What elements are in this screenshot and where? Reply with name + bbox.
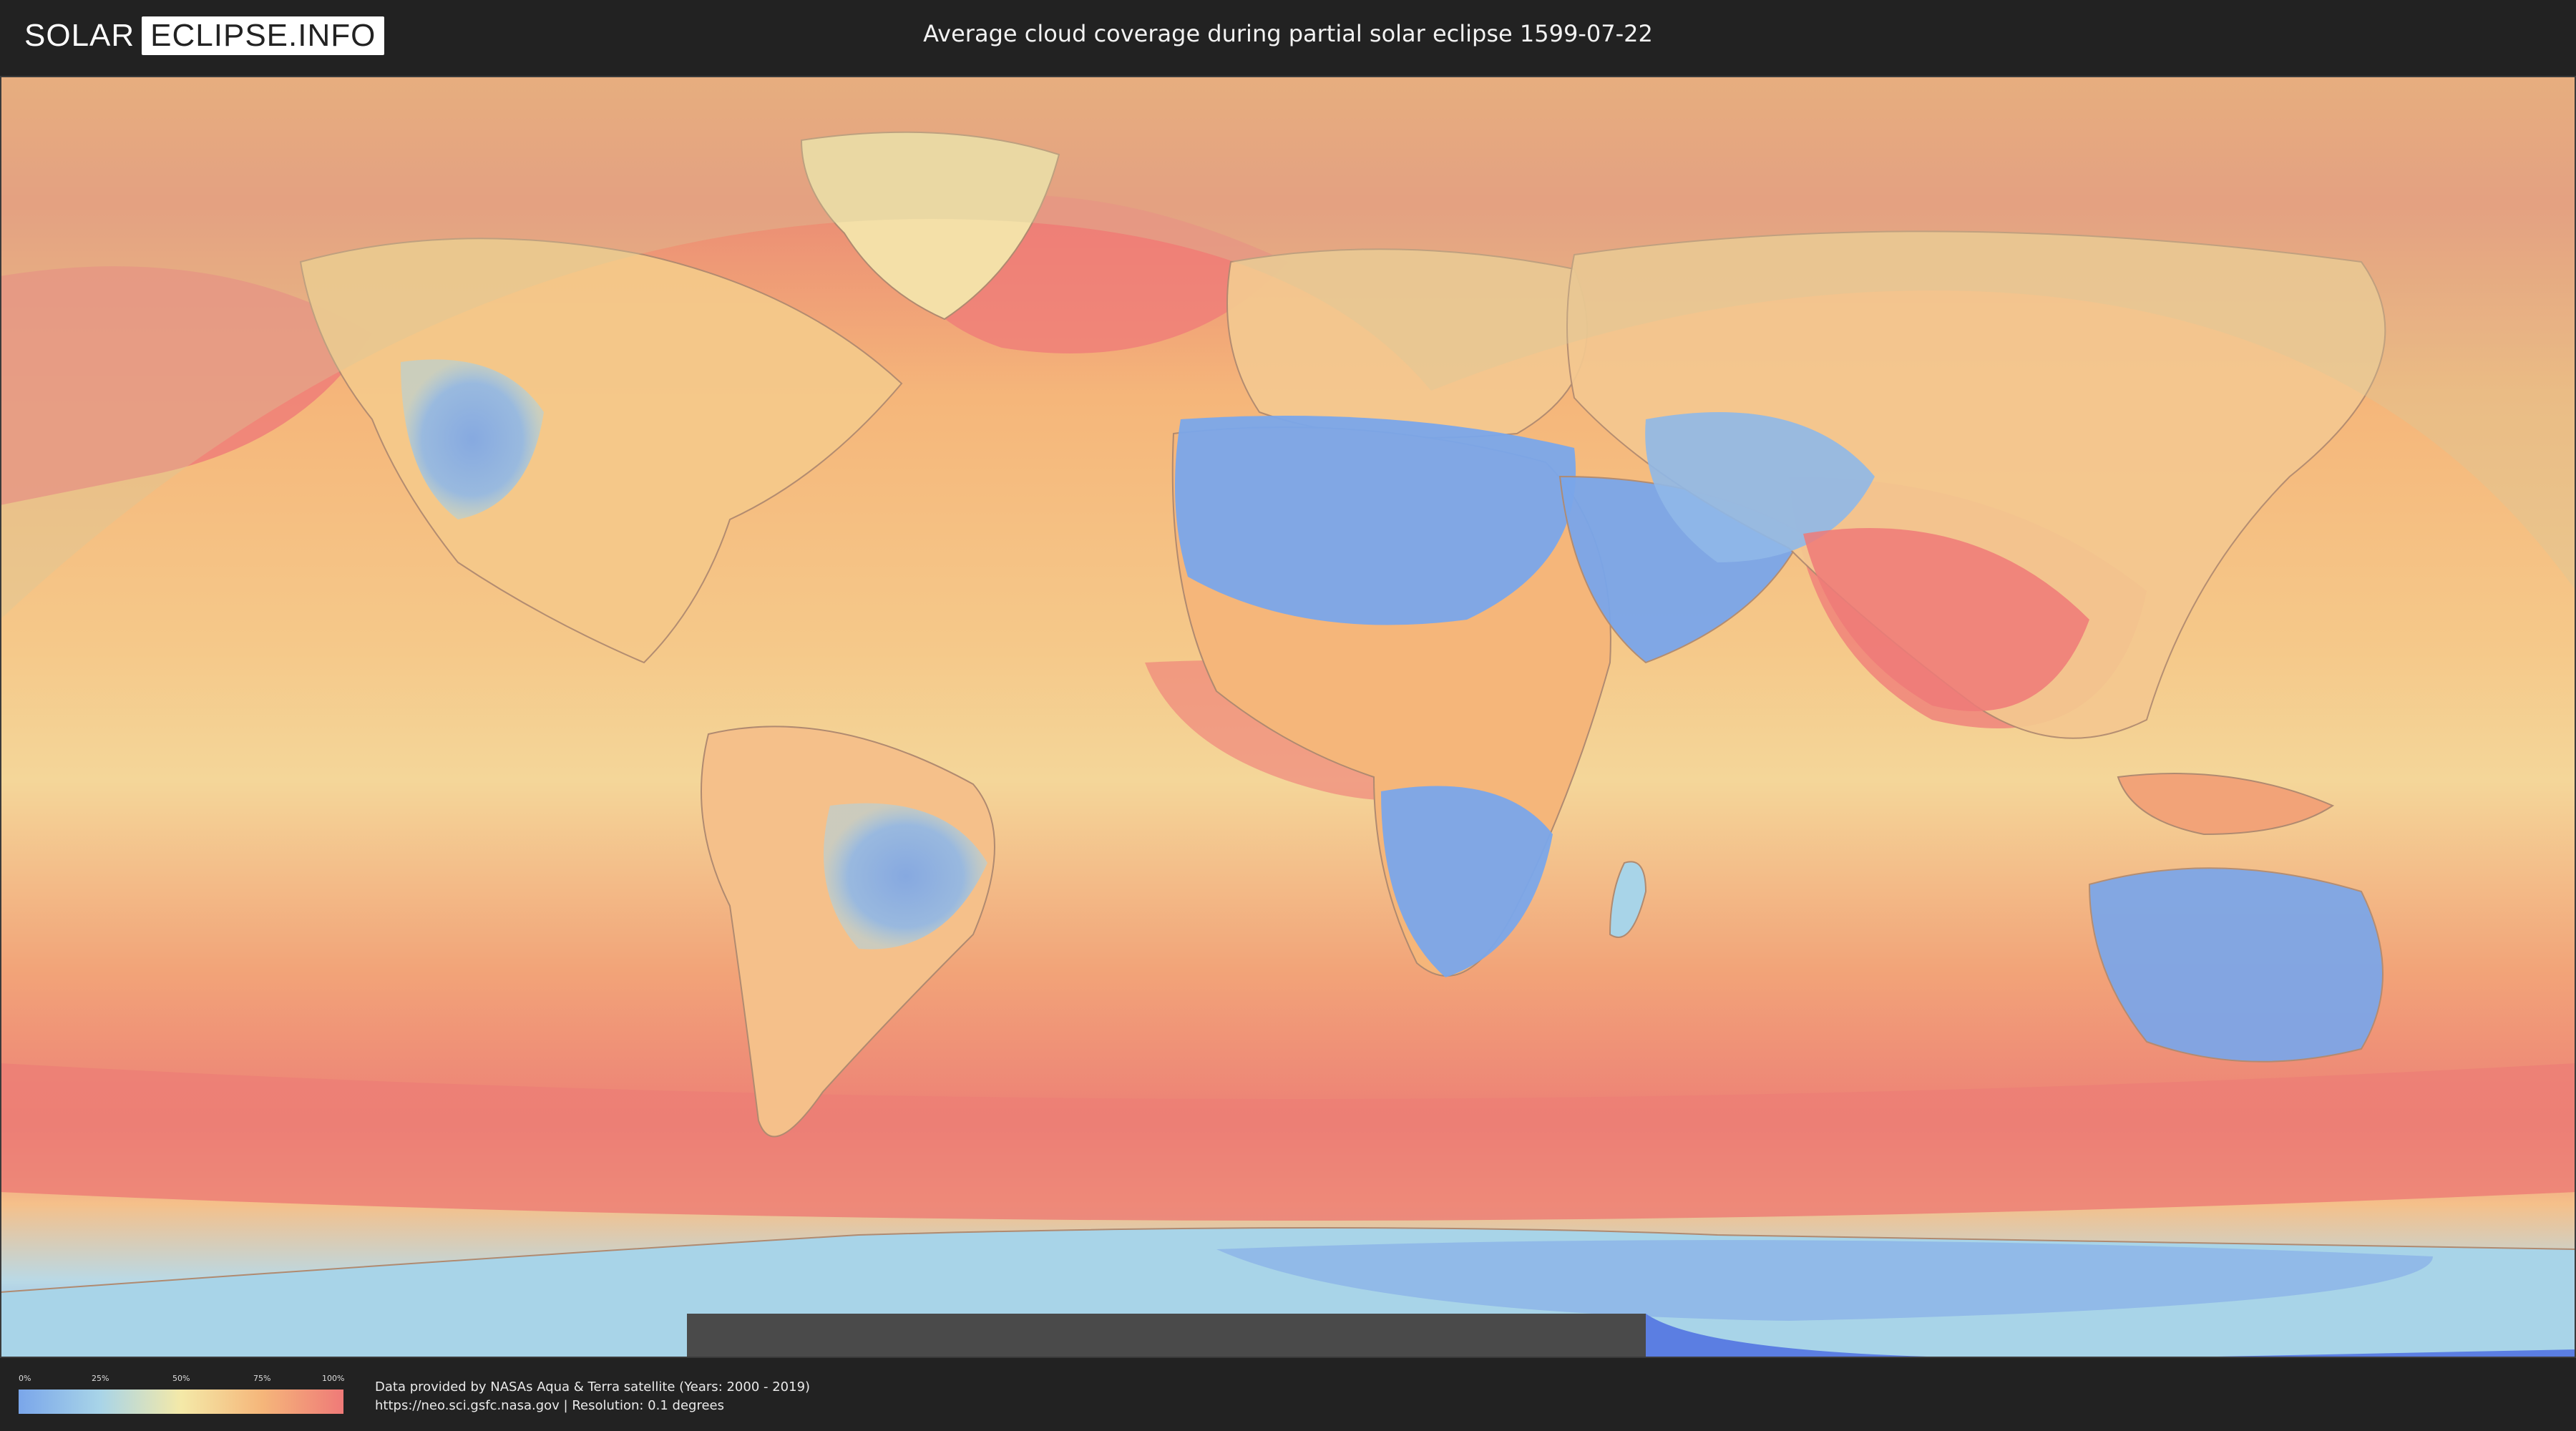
legend-tick-100: 100% — [322, 1374, 345, 1383]
data-credits: Data provided by NASAs Aqua & Terra sate… — [375, 1378, 810, 1415]
header: SOLAR ECLIPSE.INFO Average cloud coverag… — [0, 0, 2576, 72]
legend-tick-25: 25% — [92, 1374, 109, 1383]
legend-ticks: 0% 25% 50% 75% 100% — [19, 1374, 345, 1385]
no-data-region — [687, 1314, 1789, 1358]
legend-tick-75: 75% — [253, 1374, 271, 1383]
credits-line-source: Data provided by NASAs Aqua & Terra sate… — [375, 1379, 811, 1395]
page-title: Average cloud coverage during partial so… — [923, 20, 1653, 47]
legend-color-scale — [19, 1390, 343, 1414]
world-map-svg — [0, 76, 2576, 1358]
cloud-coverage-legend: 0% 25% 50% 75% 100% — [19, 1374, 345, 1414]
footer: 0% 25% 50% 75% 100% Data provided by NAS… — [0, 1358, 2576, 1431]
credits-line-url: https://neo.sci.gsfc.nasa.gov | Resoluti… — [375, 1398, 724, 1413]
legend-tick-0: 0% — [19, 1374, 31, 1383]
legend-tick-50: 50% — [172, 1374, 190, 1383]
cloud-coverage-map — [0, 76, 2576, 1358]
